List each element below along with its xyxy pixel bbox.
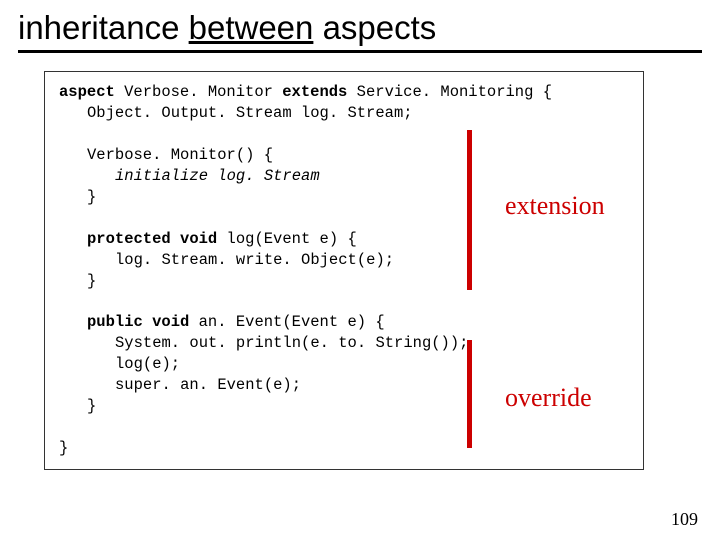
code-line: protected void log(Event e) {: [59, 229, 629, 250]
code-line: Verbose. Monitor() {: [59, 145, 629, 166]
code-line: }: [59, 438, 629, 459]
page-number: 109: [671, 509, 698, 530]
code-line: System. out. println(e. to. String());: [59, 333, 629, 354]
page-title: inheritance between aspects: [18, 10, 702, 46]
slide: inheritance between aspects aspect Verbo…: [0, 0, 720, 540]
code-line: aspect Verbose. Monitor extends Service.…: [59, 82, 629, 103]
blank-line: [59, 292, 629, 313]
title-rule: [18, 50, 702, 53]
code-line: Object. Output. Stream log. Stream;: [59, 103, 629, 124]
blank-line: [59, 124, 629, 145]
code-box: aspect Verbose. Monitor extends Service.…: [44, 71, 644, 470]
extension-bar: [467, 130, 472, 290]
title-word-2: between: [189, 9, 314, 46]
override-bar: [467, 340, 472, 448]
code-line: }: [59, 271, 629, 292]
code-line: log. Stream. write. Object(e);: [59, 250, 629, 271]
title-word-1: inheritance: [18, 9, 179, 46]
code-line: log(e);: [59, 354, 629, 375]
title-word-3: aspects: [323, 9, 437, 46]
code-line: initialize log. Stream: [59, 166, 629, 187]
blank-line: [59, 417, 629, 438]
extension-label: extension: [505, 188, 605, 223]
override-label: override: [505, 380, 592, 415]
code-line: public void an. Event(Event e) {: [59, 312, 629, 333]
